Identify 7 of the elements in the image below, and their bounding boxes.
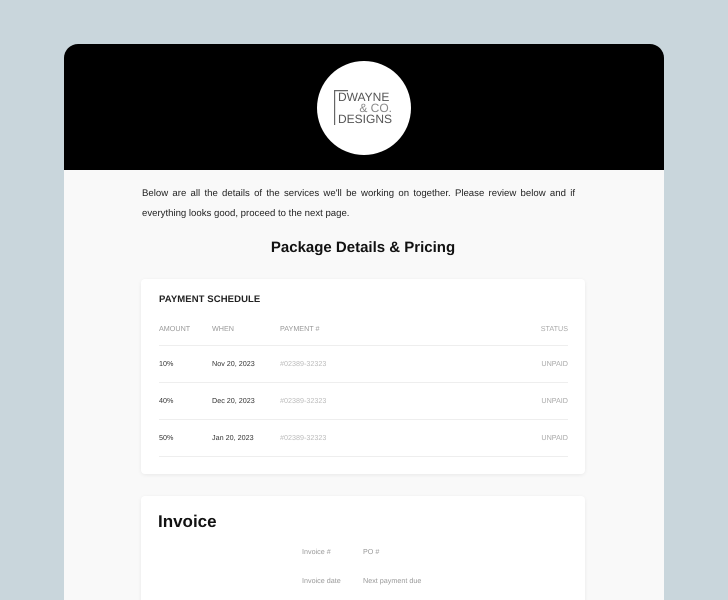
intro-text: Below are all the details of the services we'll be working on together. Please review below and if everything looks good, proceed to the next page. [142, 187, 575, 221]
section-title: Package Details & Pricing [270, 238, 456, 258]
logo-text: & CO. [359, 102, 392, 114]
card-title: PAYMENT SCHEDULE [159, 294, 262, 306]
logo-text: DESIGNS [338, 114, 392, 124]
logo-text: DWAYNE [338, 92, 390, 102]
invoice-title: Invoice [158, 513, 218, 531]
